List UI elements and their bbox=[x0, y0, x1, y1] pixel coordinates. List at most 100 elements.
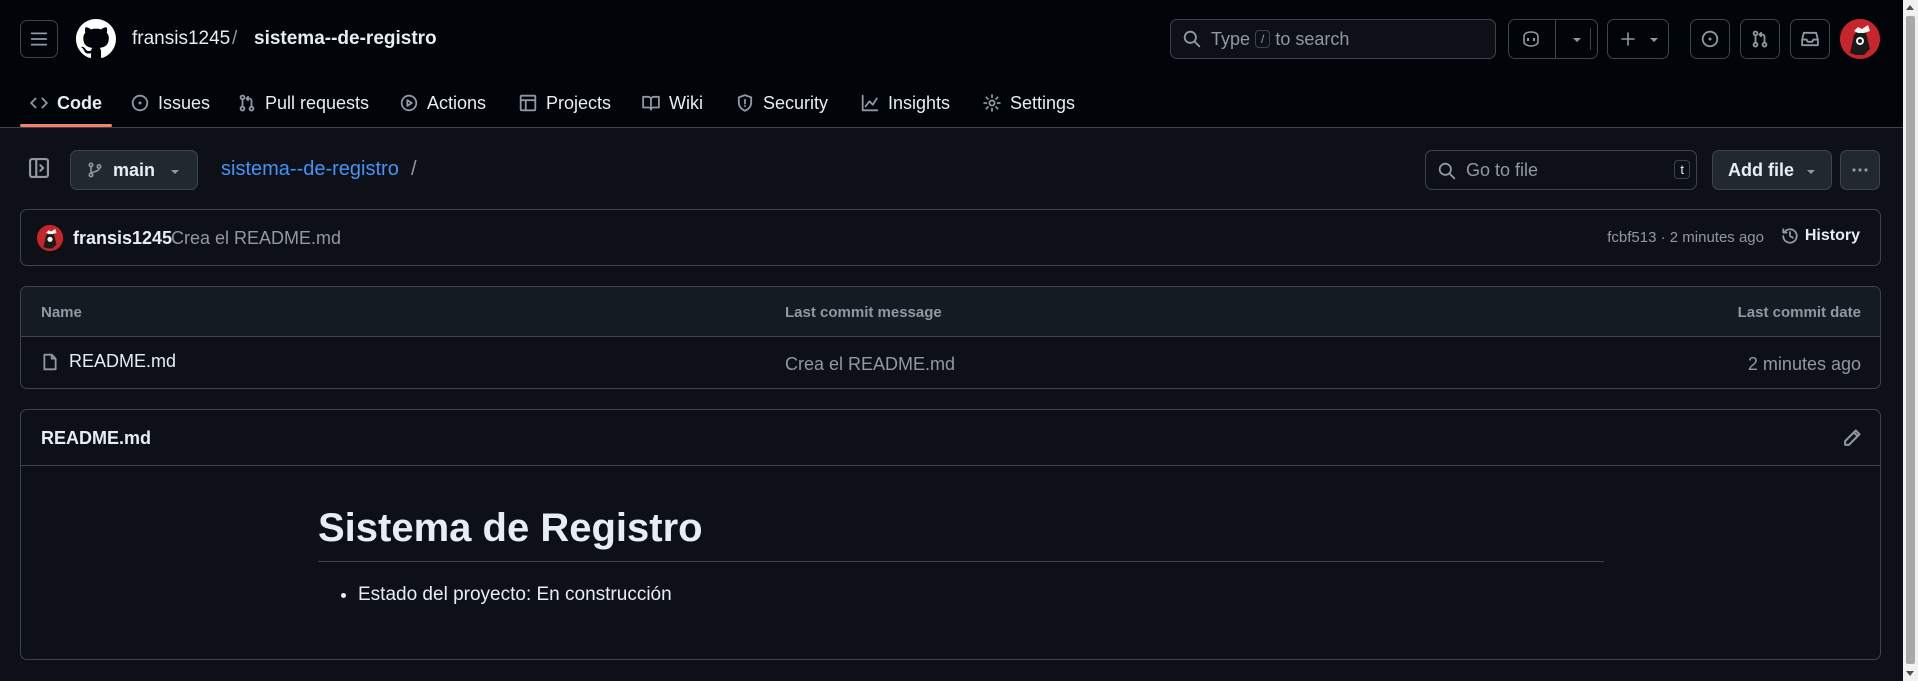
go-to-file-input[interactable]: Go to file t bbox=[1425, 150, 1697, 190]
git-pull-request-icon bbox=[1752, 30, 1768, 48]
tab-label: Pull requests bbox=[265, 92, 370, 113]
pencil-icon[interactable] bbox=[1842, 428, 1862, 448]
table-icon bbox=[519, 94, 537, 112]
issue-opened-icon bbox=[1701, 30, 1719, 48]
page-scrollbar[interactable] bbox=[1903, 0, 1918, 681]
menu-button[interactable] bbox=[20, 20, 58, 58]
table-row[interactable]: README.md Crea el README.md 2 minutes ag… bbox=[21, 337, 1880, 388]
github-logo-icon[interactable] bbox=[76, 19, 116, 59]
readme-panel: README.md Sistema de Registro Estado del… bbox=[20, 409, 1881, 660]
scroll-down-arrow-icon[interactable] bbox=[1906, 671, 1914, 676]
tab-pull-requests[interactable]: Pull requests bbox=[238, 78, 369, 128]
file-name-link[interactable]: README.md bbox=[41, 351, 176, 372]
tab-code[interactable]: Code bbox=[30, 78, 102, 128]
user-avatar[interactable] bbox=[1840, 19, 1880, 59]
readme-content: Sistema de Registro Estado del proyecto:… bbox=[318, 466, 1604, 606]
commit-author[interactable]: fransis1245 bbox=[73, 228, 172, 249]
search-icon bbox=[1438, 162, 1456, 180]
add-file-button[interactable]: Add file bbox=[1712, 150, 1832, 190]
plus-icon bbox=[1621, 32, 1635, 46]
global-header: fransis1245 / sistema--de-registro Type … bbox=[0, 0, 1903, 128]
git-branch-icon bbox=[88, 162, 102, 178]
gear-icon bbox=[983, 94, 1001, 112]
branch-name: main bbox=[113, 159, 156, 180]
readme-title[interactable]: README.md bbox=[41, 428, 151, 449]
repo-nav-tabs: Code Issues Pull requests Actions Projec… bbox=[0, 78, 1903, 128]
chevron-down-icon bbox=[1807, 170, 1815, 174]
git-pull-request-icon bbox=[239, 94, 255, 112]
chevron-down-icon bbox=[171, 170, 179, 174]
tab-projects[interactable]: Projects bbox=[519, 78, 611, 128]
readme-list: Estado del proyecto: En construcción bbox=[318, 584, 1604, 606]
commit-message[interactable]: Crea el README.md bbox=[171, 228, 341, 249]
tab-label: Security bbox=[763, 92, 829, 113]
tab-settings[interactable]: Settings bbox=[983, 78, 1075, 128]
chevron-down-icon bbox=[1650, 38, 1658, 42]
your-issues-button[interactable] bbox=[1690, 19, 1730, 59]
column-last-commit-message: Last commit message bbox=[785, 304, 942, 321]
hamburger-icon bbox=[30, 32, 48, 46]
readme-heading: Sistema de Registro bbox=[318, 506, 1604, 562]
commit-sha-time[interactable]: fcbf513 · 2 minutes ago bbox=[1607, 229, 1764, 246]
path-repo-link[interactable]: sistema--de-registro bbox=[221, 158, 399, 181]
shield-icon bbox=[737, 94, 753, 112]
tab-label: Wiki bbox=[669, 92, 703, 113]
scroll-thumb[interactable] bbox=[1906, 16, 1915, 664]
search-shortcut-key: / bbox=[1255, 30, 1271, 48]
graph-icon bbox=[861, 94, 879, 112]
search-suffix: to search bbox=[1275, 28, 1350, 49]
branch-selector-button[interactable]: main bbox=[70, 150, 198, 190]
search-prefix: Type bbox=[1211, 28, 1251, 49]
search-icon bbox=[1183, 30, 1201, 48]
readme-header: README.md bbox=[21, 410, 1880, 466]
avatar-image-icon bbox=[1840, 19, 1880, 59]
tab-label: Issues bbox=[158, 92, 211, 113]
copilot-button-group[interactable] bbox=[1508, 19, 1598, 59]
tab-label: Projects bbox=[546, 92, 612, 113]
history-icon bbox=[1782, 228, 1798, 244]
file-table: Name Last commit message Last commit dat… bbox=[20, 286, 1881, 389]
list-item: Estado del proyecto: En construcción bbox=[358, 584, 1604, 606]
file-table-header: Name Last commit message Last commit dat… bbox=[21, 287, 1880, 337]
active-tab-indicator bbox=[20, 124, 112, 127]
more-options-button[interactable] bbox=[1840, 150, 1880, 190]
breadcrumb-separator: / bbox=[232, 28, 238, 49]
kebab-horizontal-icon bbox=[1852, 168, 1868, 172]
create-new-button[interactable] bbox=[1607, 19, 1669, 59]
book-icon bbox=[642, 95, 660, 111]
chevron-down-icon[interactable] bbox=[1571, 36, 1583, 44]
commit-author-avatar[interactable] bbox=[37, 225, 63, 251]
history-button[interactable]: History bbox=[1781, 227, 1860, 245]
column-name: Name bbox=[41, 304, 82, 321]
scroll-up-arrow-icon[interactable] bbox=[1906, 5, 1914, 10]
tab-wiki[interactable]: Wiki bbox=[642, 78, 703, 128]
inbox-button[interactable] bbox=[1790, 19, 1830, 59]
history-label: History bbox=[1804, 227, 1860, 244]
column-last-commit-date: Last commit date bbox=[1737, 304, 1861, 321]
tab-label: Code bbox=[57, 92, 102, 113]
file-commit-message[interactable]: Crea el README.md bbox=[785, 354, 955, 375]
header-top-row: fransis1245 / sistema--de-registro Type … bbox=[0, 0, 1903, 78]
header-divider bbox=[1590, 28, 1591, 50]
latest-commit-bar: fransis1245 Crea el README.md fcbf513 · … bbox=[20, 209, 1881, 266]
tab-label: Insights bbox=[888, 92, 951, 113]
global-search-input[interactable]: Type / to search bbox=[1170, 19, 1496, 59]
tab-label: Actions bbox=[427, 92, 487, 113]
play-icon bbox=[400, 94, 418, 112]
tab-label: Settings bbox=[1010, 92, 1076, 113]
breadcrumb-repo[interactable]: sistema--de-registro bbox=[254, 27, 437, 51]
file-icon bbox=[43, 353, 57, 370]
path-separator: / bbox=[411, 158, 417, 180]
copilot-icon bbox=[1523, 31, 1539, 47]
sidepanel-expand-icon[interactable] bbox=[28, 157, 50, 179]
tab-insights[interactable]: Insights bbox=[861, 78, 950, 128]
tab-issues[interactable]: Issues bbox=[131, 78, 210, 128]
issue-opened-icon bbox=[131, 94, 149, 112]
tab-actions[interactable]: Actions bbox=[400, 78, 486, 128]
tab-security[interactable]: Security bbox=[736, 78, 828, 128]
breadcrumb-owner[interactable]: fransis1245 bbox=[132, 27, 230, 51]
inbox-icon bbox=[1801, 31, 1819, 47]
your-pull-requests-button[interactable] bbox=[1740, 19, 1780, 59]
file-name: README.md bbox=[69, 351, 177, 371]
avatar-image-icon bbox=[37, 225, 63, 251]
